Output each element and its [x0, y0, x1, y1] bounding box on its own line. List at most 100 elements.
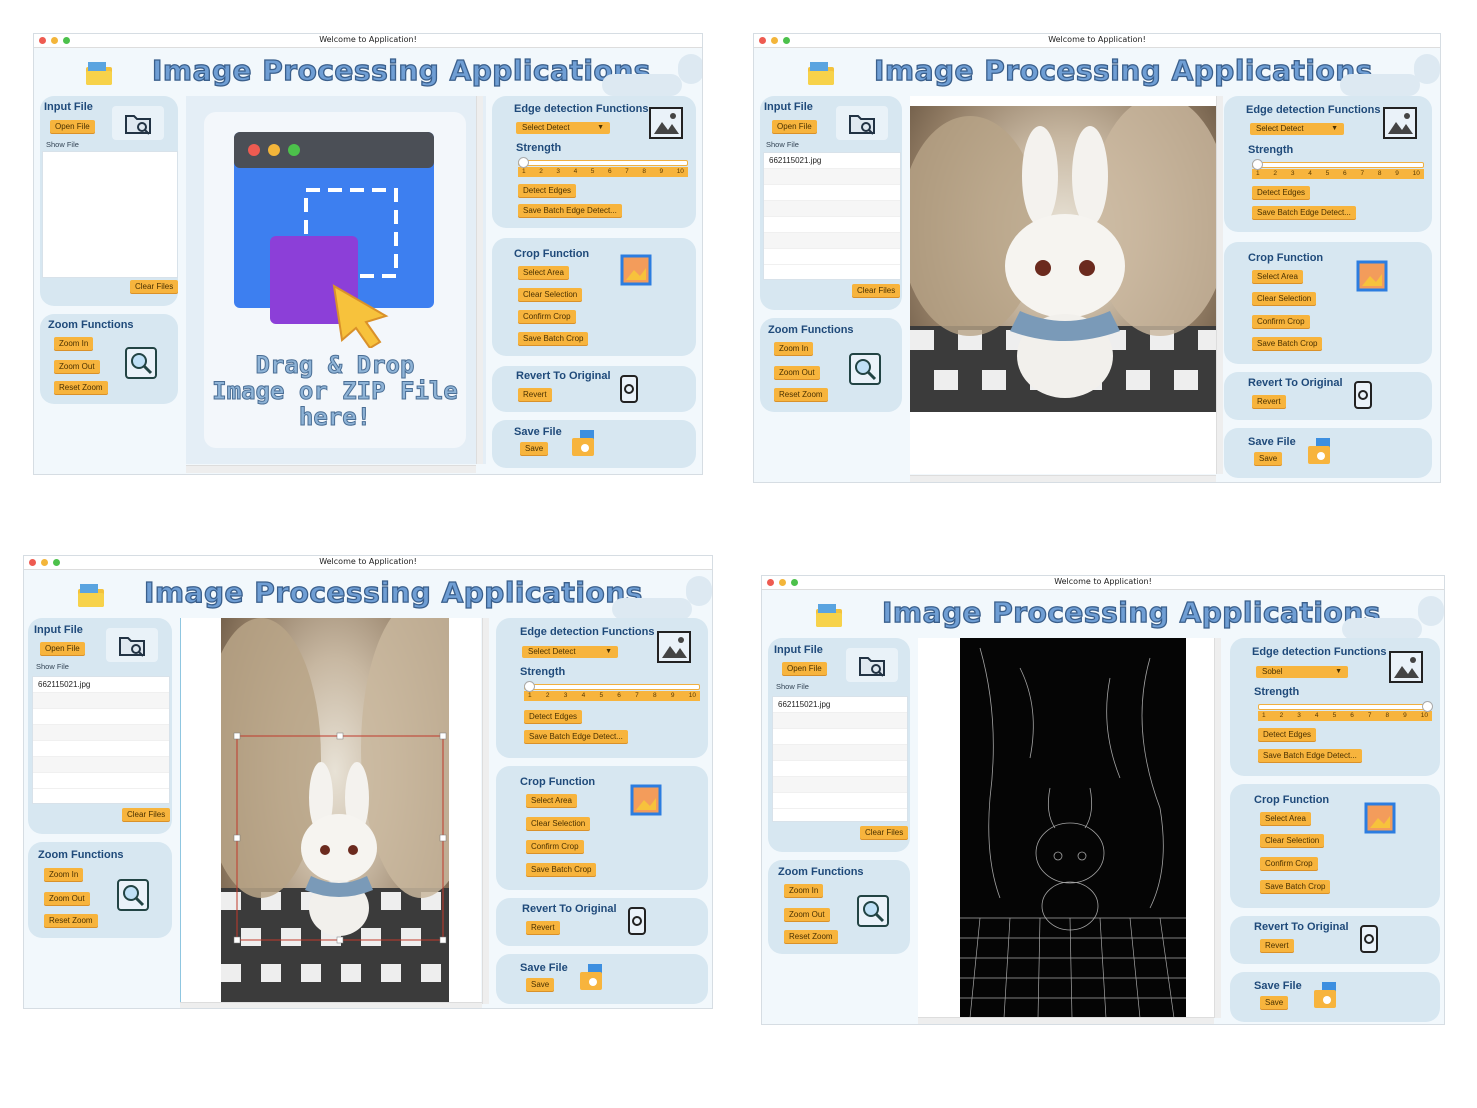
phone-revert-icon[interactable] [618, 374, 640, 404]
slider-knob[interactable] [518, 157, 529, 168]
save-folder-icon[interactable] [1306, 436, 1334, 466]
save-button[interactable]: Save [520, 442, 549, 455]
image-icon[interactable] [1382, 106, 1418, 140]
open-file-button[interactable]: Open File [772, 120, 817, 133]
reset-zoom-button[interactable]: Reset Zoom [784, 930, 838, 943]
edge-method-select[interactable]: Select Detect ▼ [1250, 123, 1344, 135]
save-batch-crop-button[interactable]: Save Batch Crop [526, 863, 597, 876]
image-canvas[interactable]: Drag & Drop Image or ZIP File here! [186, 96, 486, 464]
file-list[interactable] [42, 151, 178, 278]
select-area-button[interactable]: Select Area [1260, 812, 1311, 825]
crop-icon[interactable] [1360, 798, 1400, 838]
strength-slider[interactable]: 1 2 3 4 5 6 7 8 9 10 [524, 680, 700, 702]
search-icon[interactable] [124, 346, 158, 380]
confirm-crop-button[interactable]: Confirm Crop [1252, 315, 1310, 328]
save-button[interactable]: Save [1260, 996, 1289, 1009]
clear-selection-button[interactable]: Clear Selection [1252, 292, 1317, 305]
strength-slider[interactable]: 1 2 3 4 5 6 7 8 9 10 [1252, 158, 1424, 180]
save-folder-icon[interactable] [578, 962, 606, 992]
crop-icon[interactable] [616, 250, 656, 290]
save-batch-edge-button[interactable]: Save Batch Edge Detect... [518, 204, 622, 217]
save-folder-icon[interactable] [1312, 980, 1340, 1010]
zoom-in-button[interactable]: Zoom In [774, 342, 814, 355]
save-batch-crop-button[interactable]: Save Batch Crop [1252, 337, 1323, 350]
clear-files-button[interactable]: Clear Files [130, 280, 179, 293]
folder-icon[interactable] [846, 648, 898, 682]
clear-selection-button[interactable]: Clear Selection [526, 817, 591, 830]
confirm-crop-button[interactable]: Confirm Crop [518, 310, 576, 323]
edge-method-select[interactable]: Sobel ▼ [1256, 666, 1348, 678]
select-area-button[interactable]: Select Area [526, 794, 577, 807]
strength-slider[interactable]: 1 2 3 4 5 6 7 8 9 10 [518, 156, 688, 178]
save-folder-icon[interactable] [570, 428, 598, 458]
vertical-scrollbar[interactable] [482, 618, 489, 1004]
save-batch-crop-button[interactable]: Save Batch Crop [1260, 880, 1331, 893]
open-file-button[interactable]: Open File [40, 642, 85, 655]
crop-icon[interactable] [626, 780, 666, 820]
image-canvas[interactable] [180, 618, 481, 1004]
revert-button[interactable]: Revert [518, 388, 552, 401]
slider-knob[interactable] [524, 681, 535, 692]
save-button[interactable]: Save [526, 978, 555, 991]
search-icon[interactable] [116, 878, 150, 912]
strength-slider[interactable]: 1 2 3 4 5 6 7 8 9 10 [1258, 700, 1433, 722]
search-icon[interactable] [856, 894, 890, 928]
revert-button[interactable]: Revert [1252, 395, 1286, 408]
folder-icon[interactable] [106, 628, 158, 662]
drop-zone[interactable]: Drag & Drop Image or ZIP File here! [204, 112, 466, 448]
loaded-photo[interactable] [221, 618, 449, 1002]
file-list[interactable]: 662115021.jpg [763, 152, 901, 280]
vertical-scrollbar[interactable] [1216, 96, 1223, 474]
clear-files-button[interactable]: Clear Files [122, 808, 171, 821]
list-item[interactable]: 662115021.jpg [773, 697, 907, 713]
image-icon[interactable] [1388, 650, 1424, 684]
detect-edges-button[interactable]: Detect Edges [1258, 728, 1317, 741]
horizontal-scrollbar[interactable] [910, 475, 1216, 482]
zoom-out-button[interactable]: Zoom Out [44, 892, 90, 905]
reset-zoom-button[interactable]: Reset Zoom [774, 388, 828, 401]
loaded-photo[interactable] [910, 106, 1216, 412]
zoom-in-button[interactable]: Zoom In [44, 868, 84, 881]
detect-edges-button[interactable]: Detect Edges [1252, 186, 1311, 199]
zoom-out-button[interactable]: Zoom Out [774, 366, 820, 379]
image-icon[interactable] [648, 106, 684, 140]
zoom-out-button[interactable]: Zoom Out [54, 360, 100, 373]
save-button[interactable]: Save [1254, 452, 1283, 465]
clear-files-button[interactable]: Clear Files [852, 284, 901, 297]
confirm-crop-button[interactable]: Confirm Crop [526, 840, 584, 853]
confirm-crop-button[interactable]: Confirm Crop [1260, 857, 1318, 870]
save-batch-edge-button[interactable]: Save Batch Edge Detect... [1252, 206, 1356, 219]
revert-button[interactable]: Revert [526, 921, 560, 934]
vertical-scrollbar[interactable] [476, 96, 483, 464]
select-area-button[interactable]: Select Area [1252, 270, 1303, 283]
reset-zoom-button[interactable]: Reset Zoom [44, 914, 98, 927]
phone-revert-icon[interactable] [1358, 924, 1380, 954]
horizontal-scrollbar[interactable] [180, 1002, 482, 1008]
detect-edges-button[interactable]: Detect Edges [524, 710, 583, 723]
open-file-button[interactable]: Open File [50, 120, 95, 133]
edge-method-select[interactable]: Select Detect ▼ [516, 122, 610, 134]
image-canvas[interactable] [910, 96, 1216, 474]
clear-selection-button[interactable]: Clear Selection [518, 288, 583, 301]
phone-revert-icon[interactable] [626, 906, 648, 936]
image-canvas[interactable] [918, 638, 1214, 1018]
zoom-out-button[interactable]: Zoom Out [784, 908, 830, 921]
zoom-in-button[interactable]: Zoom In [784, 884, 824, 897]
select-area-button[interactable]: Select Area [518, 266, 569, 279]
image-icon[interactable] [656, 630, 692, 664]
slider-knob[interactable] [1252, 159, 1263, 170]
revert-button[interactable]: Revert [1260, 939, 1294, 952]
horizontal-scrollbar[interactable] [918, 1017, 1214, 1024]
zoom-in-button[interactable]: Zoom In [54, 337, 94, 350]
clear-files-button[interactable]: Clear Files [860, 826, 909, 839]
save-batch-edge-button[interactable]: Save Batch Edge Detect... [524, 730, 628, 743]
file-list[interactable]: 662115021.jpg [772, 696, 908, 822]
search-icon[interactable] [848, 352, 882, 386]
reset-zoom-button[interactable]: Reset Zoom [54, 381, 108, 394]
phone-revert-icon[interactable] [1352, 380, 1374, 410]
open-file-button[interactable]: Open File [782, 662, 827, 675]
list-item[interactable]: 662115021.jpg [33, 677, 169, 693]
vertical-scrollbar[interactable] [1214, 638, 1221, 1018]
clear-selection-button[interactable]: Clear Selection [1260, 834, 1325, 847]
edge-method-select[interactable]: Select Detect ▼ [522, 646, 618, 658]
